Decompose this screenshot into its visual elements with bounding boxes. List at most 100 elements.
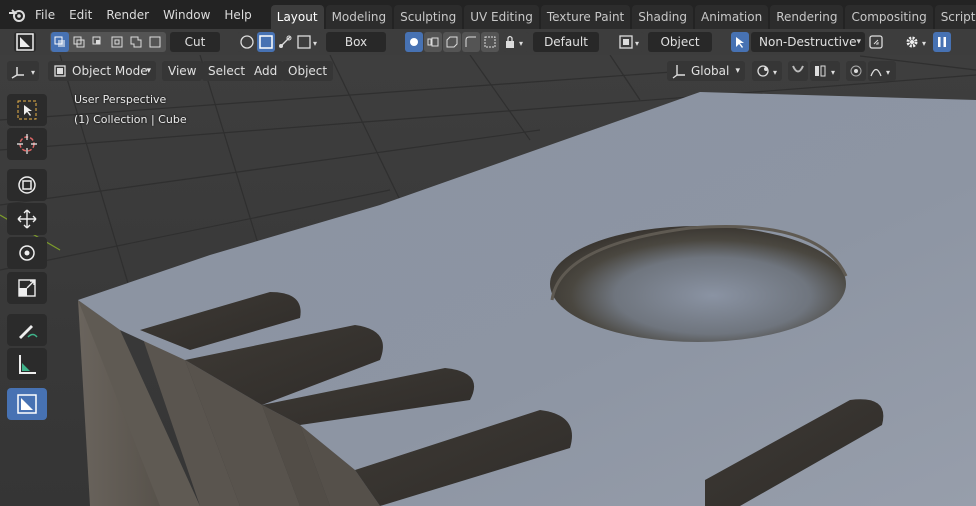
tab-compositing[interactable]: Compositing <box>845 5 933 29</box>
bevel-icon <box>465 36 476 47</box>
cutter-array-button[interactable] <box>424 32 442 52</box>
tab-shading[interactable]: Shading <box>632 5 693 29</box>
cutter-preset-field[interactable]: Default <box>533 32 599 52</box>
cursor-arrow-icon <box>736 37 744 48</box>
box-shape-button[interactable] <box>257 32 275 52</box>
cutter-bevel-button[interactable] <box>462 32 480 52</box>
active-tool-button[interactable] <box>14 32 36 52</box>
move-icon <box>17 209 37 229</box>
falloff-curve-icon: ▾ <box>870 68 890 77</box>
wire-icon <box>869 35 883 49</box>
file-menu[interactable]: File <box>28 3 62 27</box>
scale-icon <box>18 279 36 297</box>
scale-tool[interactable] <box>7 272 47 304</box>
orientation-label: Global <box>691 64 730 78</box>
lock-icon: ▾ <box>506 35 523 48</box>
transform-orientation-dropdown[interactable]: Global ▾ <box>667 61 745 81</box>
operation-field[interactable]: Cut <box>170 32 220 52</box>
tab-animation[interactable]: Animation <box>695 5 769 29</box>
render-menu[interactable]: Render <box>99 3 156 27</box>
boxcutter-tool[interactable] <box>7 388 47 420</box>
snap-toggle[interactable] <box>788 61 808 81</box>
cursor-tool[interactable] <box>7 128 47 160</box>
object-menu[interactable]: Object <box>282 61 334 81</box>
edit-menu[interactable]: Edit <box>62 3 99 27</box>
boxcutter-icon <box>16 33 34 51</box>
perspective-label: User Perspective <box>74 93 167 106</box>
viewport-header: ▾ Object Mode ▾ View Select Add Object G… <box>0 56 976 86</box>
measure-tool[interactable] <box>7 348 47 380</box>
workspace-tabs: Layout Modeling Sculpting UV Editing Tex… <box>270 0 976 29</box>
intersect-mode-button[interactable] <box>89 32 107 52</box>
slice-mode-button[interactable] <box>70 32 88 52</box>
shape-color-dropdown[interactable]: ▾ <box>296 32 322 52</box>
pause-button[interactable] <box>933 32 951 52</box>
inset-mode-button[interactable] <box>108 32 126 52</box>
settings-dropdown[interactable]: ▾ <box>903 32 933 52</box>
svg-text:▾: ▾ <box>31 68 35 77</box>
cut-mode-button[interactable] <box>51 32 69 52</box>
orientation-icon <box>672 65 685 79</box>
add-menu[interactable]: Add <box>248 61 284 81</box>
falloff-dropdown[interactable]: ▾ <box>868 61 896 81</box>
select-menu[interactable]: Select <box>202 61 252 81</box>
proportional-icon <box>850 65 862 77</box>
cutter-mirror-button[interactable] <box>481 32 499 52</box>
help-menu[interactable]: Help <box>217 3 258 27</box>
snap-target-dropdown[interactable]: ▾ <box>810 61 840 81</box>
transform-tool[interactable] <box>7 169 47 201</box>
pivot-field[interactable]: Object <box>648 32 712 52</box>
slice-icon <box>73 36 85 48</box>
svg-text:▾: ▾ <box>886 68 890 77</box>
collection-label: (1) Collection | Cube <box>74 113 187 126</box>
snap-increment-icon: ▾ <box>815 65 835 77</box>
proportional-edit-toggle[interactable] <box>846 61 866 81</box>
tab-scripting[interactable]: Scripting <box>934 5 976 29</box>
axis-icon: ▾ <box>11 67 35 79</box>
dot-icon <box>410 38 418 46</box>
knife-mode-button[interactable] <box>146 32 164 52</box>
wire-toggle-button[interactable] <box>867 32 885 52</box>
rotate-tool[interactable] <box>7 237 47 269</box>
chevron-down-icon: ▾ <box>146 66 151 76</box>
magnet-icon <box>792 65 804 73</box>
3d-viewport[interactable]: User Perspective (1) Collection | Cube <box>0 55 976 506</box>
blender-window: User Perspective (1) Collection | Cube ▾… <box>0 0 976 506</box>
tab-texture-paint[interactable]: Texture Paint <box>540 5 631 29</box>
mode-dropdown[interactable]: Object Mode ▾ <box>48 61 156 81</box>
shape-field[interactable]: Box <box>326 32 386 52</box>
select-box-tool[interactable] <box>7 94 47 126</box>
mode-button[interactable] <box>731 32 749 52</box>
object-pivot-icon: ▾ <box>619 35 639 49</box>
mirror-icon <box>484 36 496 48</box>
tab-layout[interactable]: Layout <box>270 5 324 29</box>
cutter-circle-button[interactable] <box>405 32 423 52</box>
editor-type-button[interactable]: ▾ <box>7 61 39 81</box>
join-mode-button[interactable] <box>127 32 145 52</box>
tab-modeling[interactable]: Modeling <box>325 5 393 29</box>
pivot-point-dropdown[interactable]: ▾ <box>752 61 782 81</box>
lock-dropdown[interactable]: ▾ <box>503 32 529 52</box>
object-mode-icon <box>54 65 66 77</box>
annotate-tool[interactable] <box>7 314 47 346</box>
top-bar: File Edit Render Window Help Layout Mode… <box>0 0 976 29</box>
mode-label: Object Mode <box>72 64 148 78</box>
custom-shape-button[interactable] <box>276 32 294 52</box>
cylinder-cut[interactable] <box>550 226 846 342</box>
join-icon <box>130 36 142 48</box>
view-menu[interactable]: View <box>162 61 203 81</box>
tab-sculpting[interactable]: Sculpting <box>394 5 463 29</box>
chevron-down-icon: ▾ <box>735 66 740 76</box>
blender-logo-icon[interactable] <box>8 3 26 27</box>
move-tool[interactable] <box>7 203 47 235</box>
intersect-icon <box>92 36 101 45</box>
cutter-solidify-button[interactable] <box>443 32 461 52</box>
annotate-icon <box>19 325 38 339</box>
window-menu[interactable]: Window <box>156 3 217 27</box>
circle-shape-button[interactable] <box>238 32 256 52</box>
pivot-dropdown[interactable]: ▾ <box>618 32 644 52</box>
tab-rendering[interactable]: Rendering <box>770 5 844 29</box>
mode-dropdown-field[interactable]: Non-Destructive ▾ <box>751 32 865 52</box>
tab-uv-editing[interactable]: UV Editing <box>464 5 539 29</box>
array-icon <box>427 37 439 47</box>
